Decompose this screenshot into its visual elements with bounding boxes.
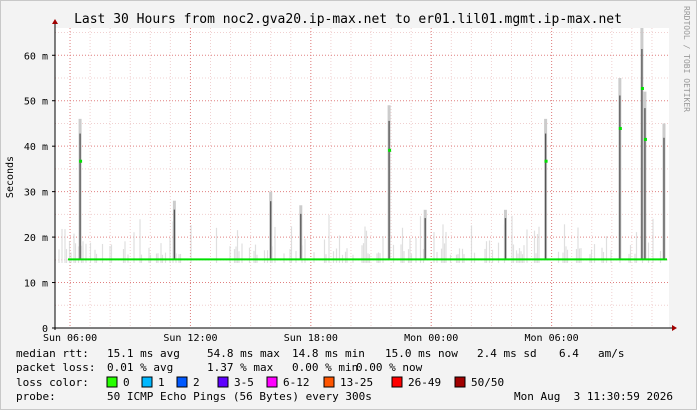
loss-color-swatch: [176, 376, 188, 388]
packet-loss-avg: 0.01 % avg: [107, 361, 173, 374]
packet-loss-min: 0.00 % min: [292, 361, 358, 374]
median-rtt-now: 15.0 ms now: [385, 347, 458, 360]
packet-loss-label: packet loss:: [16, 361, 95, 374]
smokeping-graph: Last 30 Hours from noc2.gva20.ip-max.net…: [0, 0, 697, 410]
median-spike-point: [640, 87, 644, 90]
loss-color-item-label: 3-5: [234, 376, 254, 389]
loss-color-swatch: [323, 376, 335, 388]
y-tick-label: 20 m: [24, 233, 48, 244]
chart-title: Last 30 Hours from noc2.gva20.ip-max.net…: [74, 12, 622, 27]
loss-color-item-label: 13-25: [340, 376, 373, 389]
loss-color-swatch: [266, 376, 278, 388]
probe-timestamp: Mon Aug 3 11:30:59 2026: [514, 390, 673, 403]
y-tick-label: 10 m: [24, 279, 48, 290]
loss-color-item-label: 6-12: [283, 376, 310, 389]
x-tick-label: Sun 12:00: [163, 333, 217, 344]
loss-color-item-label: 1: [158, 376, 165, 389]
loss-color-item-label: 0: [123, 376, 130, 389]
loss-color-item-label: 26-49: [408, 376, 441, 389]
y-tick-label: 30 m: [24, 188, 48, 199]
x-tick-label: Mon 06:00: [525, 333, 579, 344]
x-tick-label: Sun 06:00: [43, 333, 97, 344]
median-rtt-sd: 2.4 ms sd: [477, 347, 537, 360]
loss-color-swatch: [217, 376, 229, 388]
loss-color-swatch: [141, 376, 153, 388]
packet-loss-max: 1.37 % max: [207, 361, 274, 374]
median-rtt-label: median rtt:: [16, 347, 89, 360]
y-tick-label: 40 m: [24, 142, 48, 153]
loss-color-item-label: 2: [193, 376, 200, 389]
plot-area: [55, 28, 669, 328]
median-rtt-am-unit: am/s: [598, 347, 625, 360]
loss-color-label: loss color:: [16, 376, 89, 389]
median-rtt-min: 14.8 ms min: [292, 347, 365, 360]
loss-color-item-label: 50/50: [471, 376, 504, 389]
x-tick-label: Sun 18:00: [284, 333, 338, 344]
loss-color-swatch: [454, 376, 466, 388]
y-tick-label: 50 m: [24, 97, 48, 108]
probe-row: probe: 50 ICMP Echo Pings (56 Bytes) eve…: [16, 390, 673, 403]
median-spike-point: [388, 148, 392, 152]
probe-label: probe:: [16, 390, 56, 403]
x-tick-label: Mon 00:00: [404, 333, 458, 344]
median-spike-point: [618, 127, 622, 130]
loss-color-swatch: [106, 376, 118, 388]
loss-color-swatch: [391, 376, 403, 388]
rrdtool-credit: RRDTOOL / TOBI OETIKER: [682, 6, 691, 112]
median-spike-point: [544, 159, 548, 163]
packet-loss-now: 0.00 % now: [356, 361, 423, 374]
median-rtt-max: 54.8 ms max: [207, 347, 280, 360]
median-spike-point: [79, 159, 83, 163]
packet-loss-row: packet loss: 0.01 % avg 1.37 % max 0.00 …: [16, 361, 423, 374]
y-axis-label: Seconds: [5, 156, 16, 198]
median-rtt-row: median rtt: 15.1 ms avg 54.8 ms max 14.8…: [16, 347, 625, 360]
y-tick-label: 60 m: [24, 51, 48, 62]
median-rtt-am: 6.4: [559, 347, 579, 360]
probe-description: 50 ICMP Echo Pings (56 Bytes) every 300s: [107, 390, 372, 403]
median-spike-point: [643, 137, 647, 141]
median-rtt-avg: 15.1 ms avg: [107, 347, 180, 360]
